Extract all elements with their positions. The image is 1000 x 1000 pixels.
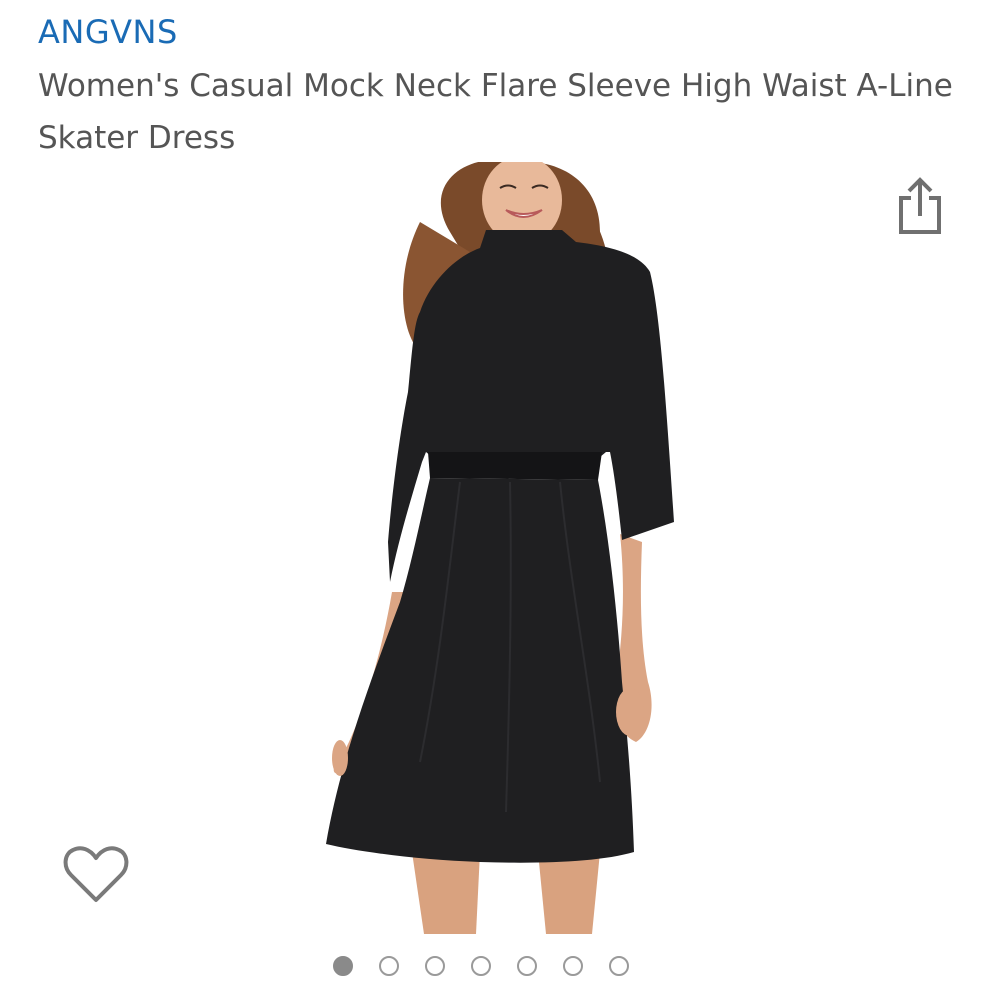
dress-skirt — [326, 478, 634, 863]
product-title: Women's Casual Mock Neck Flare Sleeve Hi… — [38, 68, 953, 156]
heart-outline-icon — [63, 846, 129, 902]
brand-link[interactable]: ANGVNS — [38, 10, 178, 54]
model-right-leg — [538, 852, 600, 934]
wishlist-button[interactable] — [60, 838, 132, 910]
carousel-dot[interactable] — [379, 956, 399, 976]
product-detail-page: ANGVNS Women's Casual Mock Neck Flare Sl… — [0, 0, 1000, 1000]
product-image[interactable] — [300, 162, 720, 934]
carousel-dot[interactable] — [471, 956, 491, 976]
carousel-dot[interactable] — [517, 956, 537, 976]
image-carousel-indicator — [333, 956, 629, 982]
carousel-dot[interactable] — [563, 956, 583, 976]
dress-waistband — [428, 452, 602, 480]
carousel-dot[interactable] — [609, 956, 629, 976]
carousel-dot[interactable] — [333, 956, 353, 976]
model-left-leg — [412, 852, 480, 934]
share-icon — [899, 177, 941, 234]
share-button[interactable] — [893, 174, 947, 240]
carousel-dot[interactable] — [425, 956, 445, 976]
